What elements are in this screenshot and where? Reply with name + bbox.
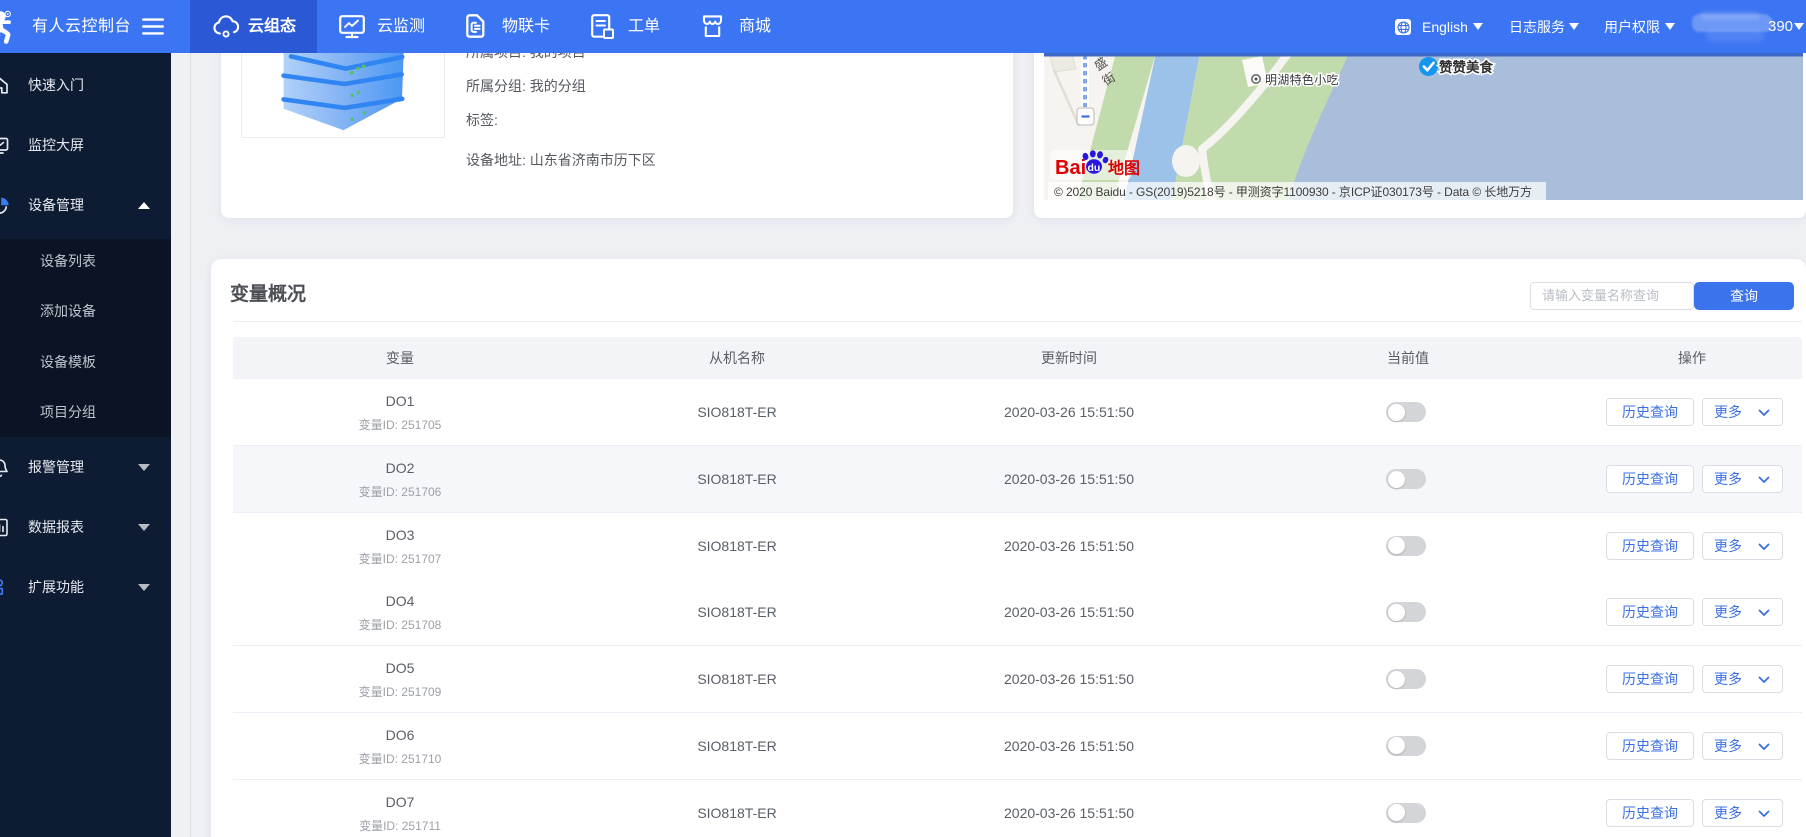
svg-text:地图: 地图 [1108, 159, 1140, 178]
svg-text:du: du [1088, 162, 1101, 174]
svg-text:明湖特色小吃: 明湖特色小吃 [1265, 72, 1339, 87]
svg-text:赞赞美食: 赞赞美食 [1438, 59, 1493, 75]
svg-text:© 2020 Baidu - GS(2019)5218号 -: © 2020 Baidu - GS(2019)5218号 - 甲测资字11009… [1054, 184, 1532, 199]
svg-text:Bai: Bai [1055, 157, 1086, 179]
